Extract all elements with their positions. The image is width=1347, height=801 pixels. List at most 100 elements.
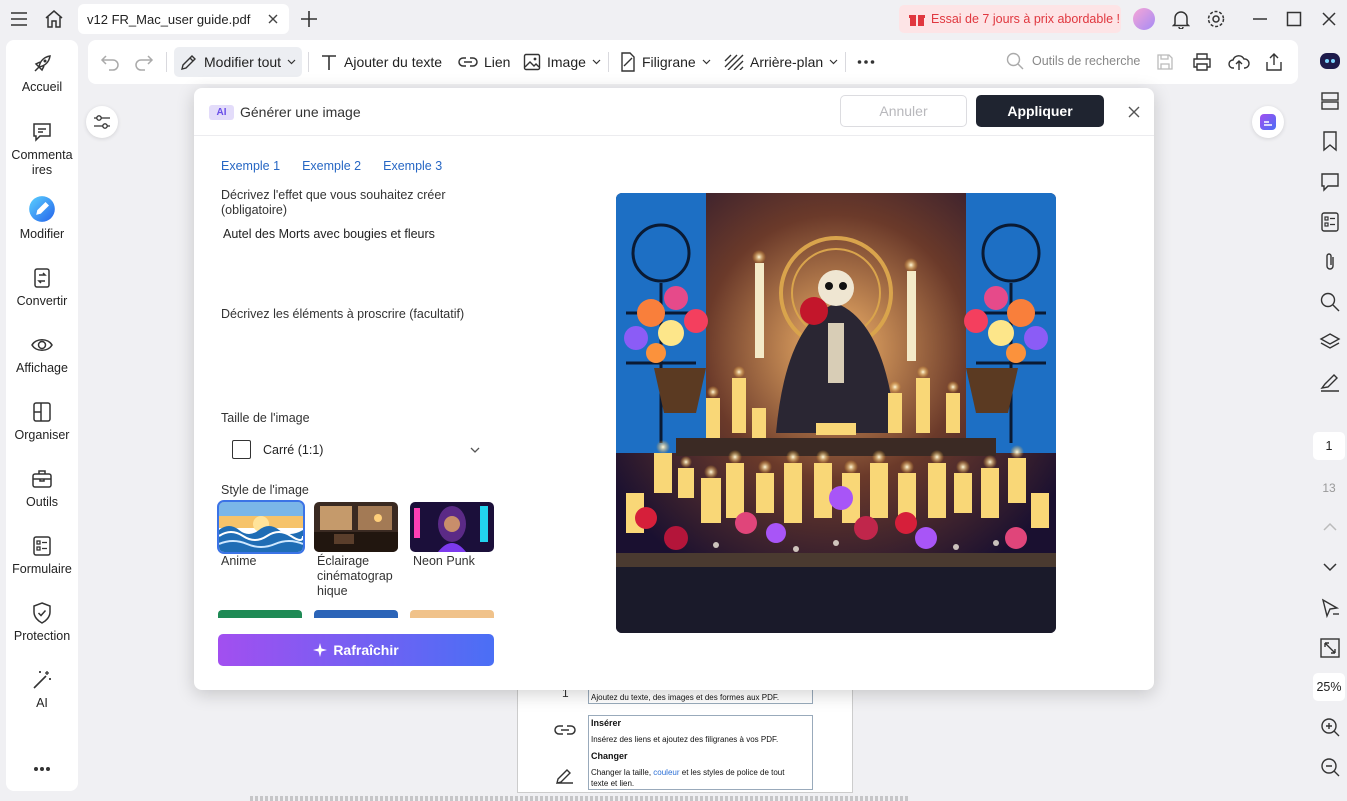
sidebar-item-label: Commenta <box>11 148 73 162</box>
print-icon[interactable] <box>1192 40 1212 84</box>
image-button[interactable]: Image <box>523 40 601 84</box>
style-thumb-next[interactable] <box>218 610 302 618</box>
sidebar-item-home[interactable]: Accueil <box>6 52 78 94</box>
edit-all-button[interactable]: Modifier tout <box>174 47 303 77</box>
sidebar-item-label: Organiser <box>14 428 70 442</box>
hamburger-menu-icon[interactable] <box>8 8 30 30</box>
apply-button[interactable]: Appliquer <box>976 95 1104 127</box>
square-ratio-icon <box>232 440 251 459</box>
bell-icon[interactable] <box>1170 8 1192 30</box>
ai-assistant-icon[interactable] <box>1319 50 1341 72</box>
style-thumb-next[interactable] <box>410 610 494 618</box>
pdf-text-block[interactable]: Ajoutez du texte, des images et des form… <box>588 690 813 704</box>
example-2-link[interactable]: Exemple 2 <box>302 159 361 173</box>
bookmark-icon[interactable] <box>1319 130 1341 152</box>
refresh-button[interactable]: Rafraîchir <box>218 634 494 666</box>
watermark-icon <box>621 52 635 72</box>
page-down-icon[interactable] <box>1319 556 1341 578</box>
sidebar-item-label: Formulaire <box>12 562 72 576</box>
comment-panel-icon[interactable] <box>1319 171 1341 193</box>
comment-icon <box>33 123 51 142</box>
redo-icon[interactable] <box>134 40 154 84</box>
style-thumb-neon-punk[interactable] <box>410 502 494 552</box>
ai-floating-button[interactable] <box>1252 106 1284 138</box>
zoom-in-icon[interactable] <box>1319 716 1341 738</box>
toolbox-icon <box>32 470 52 488</box>
style-thumb-cinematic[interactable] <box>314 502 398 552</box>
watermark-label: Filigrane <box>642 54 696 70</box>
pdf-link-icon <box>554 723 576 741</box>
pdf-text-block[interactable]: Insérer Insérez des liens et ajoutez des… <box>588 715 813 790</box>
example-1-link[interactable]: Exemple 1 <box>221 159 280 173</box>
search-panel-icon[interactable] <box>1319 291 1341 313</box>
minimize-icon[interactable] <box>1249 8 1271 30</box>
watermark-button[interactable]: Filigrane <box>620 40 711 84</box>
promo-banner[interactable]: Essai de 7 jours à prix abordable ! <box>899 5 1121 33</box>
convert-icon <box>34 268 50 288</box>
close-window-icon[interactable] <box>1318 8 1340 30</box>
sidebar-item-view[interactable]: Affichage <box>6 333 78 375</box>
background-button[interactable]: Arrière-plan <box>724 40 838 84</box>
more-options-icon[interactable] <box>33 760 51 772</box>
link-icon <box>458 57 478 67</box>
sidebar-item-edit[interactable]: Modifier <box>6 195 78 241</box>
sidebar-item-comments[interactable]: Commenta ires <box>6 120 78 178</box>
share-icon[interactable] <box>1265 40 1283 84</box>
sidebar-item-organize[interactable]: Organiser <box>6 400 78 442</box>
page-up-icon[interactable] <box>1319 516 1341 538</box>
pdf-text: Insérez des liens et ajoutez des filigra… <box>591 735 779 744</box>
document-tab[interactable]: v12 FR_Mac_user guide.pdf <box>78 4 289 34</box>
sidebar-item-convert[interactable]: Convertir <box>6 266 78 308</box>
close-tab-icon[interactable] <box>265 11 281 27</box>
pdf-link[interactable]: couleur <box>653 768 679 777</box>
cancel-button[interactable]: Annuler <box>840 95 967 127</box>
new-tab-plus-icon[interactable] <box>298 8 320 30</box>
maximize-icon[interactable] <box>1283 8 1305 30</box>
save-icon[interactable] <box>1156 40 1174 84</box>
describe-label: Décrivez l'effet que vous souhaitez crée… <box>221 188 446 217</box>
negative-textarea[interactable] <box>221 328 497 398</box>
add-text-button[interactable]: Ajouter du texte <box>320 40 442 84</box>
gear-icon[interactable] <box>1205 8 1227 30</box>
shield-icon <box>33 602 51 624</box>
sidebar-item-protection[interactable]: Protection <box>6 601 78 643</box>
style-thumb-next[interactable] <box>314 610 398 618</box>
zoom-out-icon[interactable] <box>1319 756 1341 778</box>
form-fields-icon[interactable] <box>1319 211 1341 233</box>
select-cursor-icon[interactable] <box>1319 597 1341 619</box>
image-icon <box>523 53 541 71</box>
signature-icon[interactable] <box>1319 371 1341 393</box>
gift-icon <box>909 15 925 26</box>
fit-page-icon[interactable] <box>1319 637 1341 659</box>
background-icon <box>724 54 744 70</box>
cloud-upload-icon[interactable] <box>1228 40 1250 84</box>
sidebar-item-label-cont: ires <box>31 163 53 177</box>
example-3-link[interactable]: Exemple 3 <box>383 159 442 173</box>
style-thumb-anime[interactable] <box>217 500 305 554</box>
sidebar-item-tools[interactable]: Outils <box>6 467 78 509</box>
attachment-icon[interactable] <box>1319 251 1341 273</box>
sidebar-item-ai[interactable]: AI <box>6 668 78 710</box>
canvas-settings-button[interactable] <box>86 106 118 138</box>
edit-toolbar: Modifier tout Ajouter du texte Lien Imag… <box>88 40 1298 84</box>
avatar[interactable] <box>1133 8 1155 30</box>
add-text-label: Ajouter du texte <box>344 54 443 70</box>
search-tools-field[interactable]: Outils de recherche <box>1006 52 1140 70</box>
zoom-level[interactable]: 25% <box>1313 673 1345 701</box>
more-tools-icon[interactable] <box>857 40 875 84</box>
sidebar-item-label: Convertir <box>16 294 68 308</box>
undo-icon[interactable] <box>100 40 120 84</box>
close-dialog-icon[interactable] <box>1126 104 1142 120</box>
sidebar-item-form[interactable]: Formulaire <box>6 534 78 576</box>
pdf-text: Ajoutez du texte, des images et des form… <box>591 693 780 702</box>
thumbnails-icon[interactable] <box>1319 90 1341 112</box>
home-icon[interactable] <box>43 8 65 30</box>
left-sidebar: Accueil Commenta ires Modifier Convertir… <box>6 40 78 791</box>
organize-icon <box>33 402 51 422</box>
sidebar-item-label: Protection <box>13 629 71 643</box>
pen-icon <box>181 55 196 70</box>
current-page-input[interactable]: 1 <box>1313 432 1345 460</box>
ai-sparkle-icon <box>1260 114 1276 130</box>
layers-icon[interactable] <box>1319 331 1341 353</box>
link-button[interactable]: Lien <box>458 40 510 84</box>
